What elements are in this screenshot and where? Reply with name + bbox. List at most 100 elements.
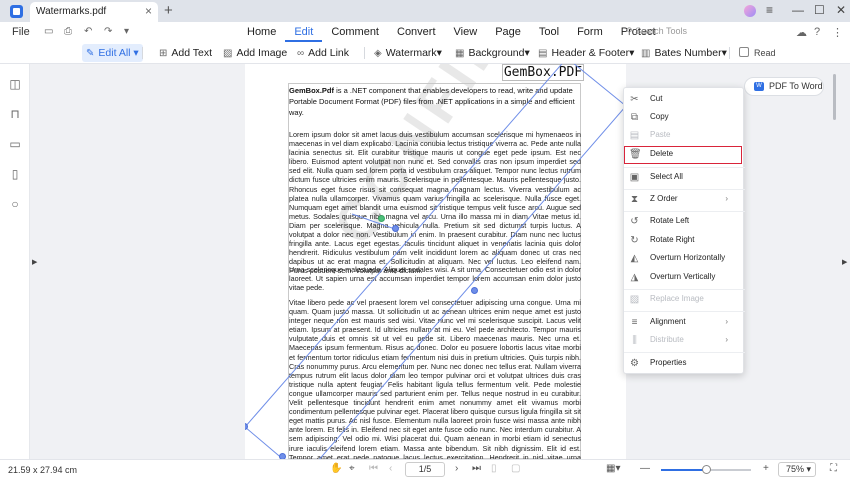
context-menu-item-paste[interactable]: ▤ Paste (624, 127, 745, 145)
last-page-icon[interactable]: ⏭ (472, 463, 481, 474)
context-menu-item-rotate-right[interactable]: ↻ Rotate Right (624, 232, 745, 250)
minimize-icon[interactable]: — (792, 3, 804, 17)
context-menu-item-select-all[interactable]: ▣ Select All (624, 169, 745, 187)
context-menu-item-z-order[interactable]: ⧗ Z Order › (624, 191, 745, 209)
new-tab-icon[interactable]: + (164, 2, 173, 19)
search-panel-icon[interactable]: ○ (9, 198, 21, 210)
ellipsis-icon[interactable]: ⋮ (832, 26, 843, 39)
watermark-button[interactable]: ◈ Watermark▾ (374, 44, 442, 62)
avatar[interactable] (744, 5, 756, 17)
select-tool-icon[interactable]: ⌖ (349, 463, 355, 474)
zoom-level-select[interactable]: 75% ▾ (778, 462, 816, 477)
context-menu-item-overturn-vertically[interactable]: ◮ Overturn Vertically (624, 269, 745, 287)
print-icon[interactable]: ⎙ (64, 26, 72, 37)
document-tab[interactable]: Watermarks.pdf × (30, 2, 158, 22)
expand-right-panel-icon[interactable]: ▶ (842, 258, 847, 266)
zoom-slider-fill (661, 469, 706, 471)
context-menu-item-distribute[interactable]: ⫼ Distribute › (624, 332, 745, 350)
close-icon[interactable]: ✕ (836, 3, 846, 17)
add-link-button[interactable]: ∞ Add Link (297, 44, 349, 62)
tab-home[interactable]: Home (238, 25, 285, 42)
resize-handle[interactable] (392, 225, 399, 232)
context-menu-item-properties[interactable]: ⚙ Properties (624, 355, 745, 373)
context-menu-item-alignment[interactable]: ≡ Alignment › (624, 314, 745, 332)
flip-vertical-icon: ◮ (630, 272, 639, 283)
context-menu-divider (624, 289, 745, 290)
bates-number-button[interactable]: ▥ Bates Number▾ (641, 44, 727, 62)
zoom-out-icon[interactable]: — (640, 463, 650, 474)
zoom-slider-knob[interactable] (702, 465, 711, 474)
fullscreen-icon[interactable]: ⛶ (830, 463, 837, 474)
add-text-button[interactable]: ⊞ Add Text (159, 44, 212, 62)
rotate-handle[interactable] (378, 215, 385, 222)
tab-view[interactable]: View (445, 25, 487, 42)
expand-left-panel-icon[interactable]: ▶ (32, 258, 37, 266)
attachment-icon[interactable]: ▯ (9, 168, 21, 180)
context-menu-item-overturn-horizontally[interactable]: ◭ Overturn Horizontally (624, 250, 745, 268)
hand-tool-icon[interactable]: ✋ (330, 463, 342, 474)
read-checkbox[interactable]: Read (739, 44, 776, 62)
tab-close-icon[interactable]: × (145, 4, 152, 18)
add-image-button[interactable]: ▨ Add Image (223, 44, 287, 62)
chevron-down-icon: ▾ (436, 47, 442, 59)
select-all-icon: ▣ (629, 172, 640, 183)
tab-edit[interactable]: Edit (285, 25, 323, 42)
prev-page-icon[interactable]: ‹ (389, 463, 392, 474)
context-menu-label: Overturn Vertically (650, 272, 716, 281)
tab-comment[interactable]: Comment (322, 25, 388, 42)
edit-icon: ✎ (86, 48, 95, 59)
page-number-input[interactable]: 1/5 (405, 462, 445, 477)
context-menu-label: Paste (650, 130, 671, 139)
redo-icon[interactable]: ↷ (104, 26, 112, 37)
cloud-icon[interactable]: ☁ (796, 26, 807, 39)
page-display-icon[interactable]: ▦▾ (606, 463, 620, 474)
zoom-level-value: 75% (786, 464, 805, 474)
scissors-icon: ✂ (630, 94, 639, 105)
next-page-icon[interactable]: › (455, 463, 458, 474)
chevron-down-icon: ▾ (130, 47, 139, 59)
header-footer-button[interactable]: ▤ Header & Footer▾ (538, 44, 634, 62)
search-tools[interactable]: ⚲ Search Tools (626, 26, 687, 37)
tab-form[interactable]: Form (568, 25, 612, 42)
background-button[interactable]: ▦ Background▾ (455, 44, 530, 62)
comment-icon[interactable]: ▭ (9, 138, 21, 150)
paste-icon: ▤ (629, 130, 640, 141)
context-menu-item-copy[interactable]: ⧉ Copy (624, 109, 745, 127)
context-menu: ✂ Cut ⧉ Copy ▤ Paste 🗑 Delete ▣ Select A… (623, 87, 745, 374)
undo-icon[interactable]: ↶ (84, 26, 92, 37)
menu-file[interactable]: File (12, 26, 30, 38)
fit-page-icon[interactable]: ▢ (511, 463, 520, 474)
search-icon: ⚲ (626, 26, 636, 36)
help-icon[interactable]: ? (814, 26, 820, 38)
context-menu-label: Alignment (650, 317, 686, 326)
save-icon[interactable]: ▭ (44, 26, 53, 37)
context-menu-item-cut[interactable]: ✂ Cut (624, 91, 745, 109)
bookmark-icon[interactable]: ⊓ (9, 108, 21, 120)
chevron-down-icon: ▾ (721, 47, 727, 59)
quick-access-dropdown-icon[interactable]: ▾ (124, 26, 129, 37)
thumbnails-icon[interactable]: ◫ (9, 78, 21, 90)
vertical-scrollbar[interactable] (833, 74, 836, 120)
tab-tool[interactable]: Tool (530, 25, 568, 42)
context-menu-item-rotate-left[interactable]: ↺ Rotate Left (624, 213, 745, 231)
maximize-icon[interactable]: ☐ (814, 3, 825, 17)
edit-all-button[interactable]: ✎ Edit All ▾ (82, 44, 143, 62)
single-page-view-icon[interactable]: ▯ (491, 463, 497, 474)
pdf-to-word-button[interactable]: W PDF To Word (744, 77, 824, 96)
resize-handle[interactable] (471, 287, 478, 294)
context-menu-item-replace-image[interactable]: ▨ Replace Image (624, 291, 745, 309)
toolbar-divider (142, 47, 143, 59)
zoom-in-icon[interactable]: + (763, 463, 769, 474)
header-footer-icon: ▤ (538, 48, 548, 59)
context-menu-label: Cut (650, 94, 663, 103)
bates-number-label: Bates Number (654, 47, 722, 59)
tab-page[interactable]: Page (486, 25, 530, 42)
app-logo-icon (10, 5, 23, 18)
menu-icon[interactable]: ≡ (766, 3, 773, 17)
first-page-icon[interactable]: ⏮ (369, 463, 378, 474)
status-bar: 21.59 x 27.94 cm ✋ ⌖ ⏮ ‹ 1/5 › ⏭ ▯ ▢ ▦▾ … (0, 459, 850, 479)
bates-icon: ▥ (641, 48, 651, 59)
tab-convert[interactable]: Convert (388, 25, 445, 42)
z-order-icon: ⧗ (630, 194, 639, 205)
rotate-right-icon: ↻ (630, 235, 639, 246)
